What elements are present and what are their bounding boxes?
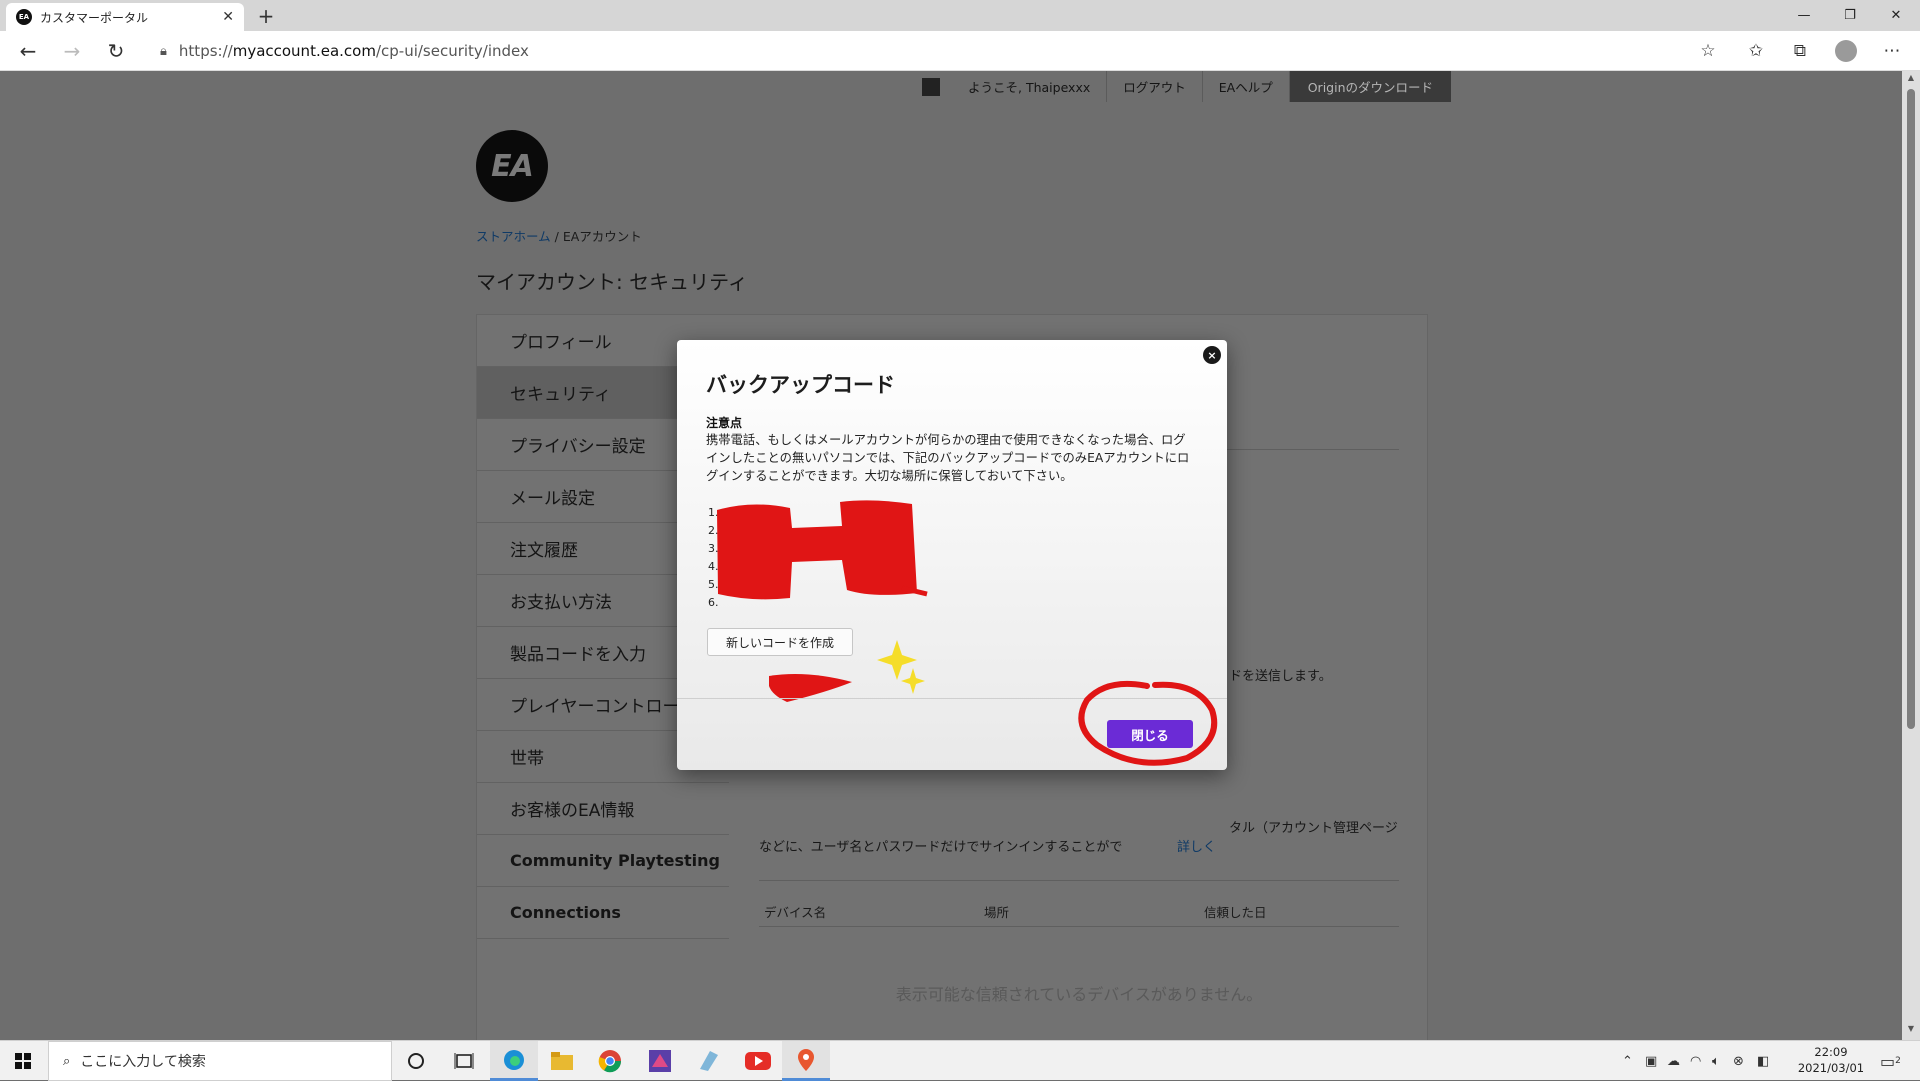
profile-avatar-icon[interactable] <box>1833 38 1859 64</box>
tab-title: カスタマーポータル <box>40 10 149 25</box>
windows-start-button[interactable] <box>0 1041 46 1081</box>
scroll-thumb[interactable] <box>1907 89 1915 729</box>
trusted-devices-text: タル（アカウント管理ページ <box>1229 821 1398 836</box>
modal-divider <box>677 698 1227 699</box>
redaction-scribble <box>717 500 928 600</box>
task-view-icon[interactable] <box>440 1041 488 1081</box>
note-heading: 注意点 <box>706 416 743 430</box>
notification-count: 2 <box>1895 1056 1901 1066</box>
sidebar-item-connections[interactable]: Connections <box>477 887 729 939</box>
notification-center-icon[interactable]: ▭ 2 <box>1880 1041 1901 1081</box>
page-scrollbar[interactable]: ▲ ▼ <box>1902 71 1920 1040</box>
logout-link[interactable]: ログアウト <box>1107 71 1203 102</box>
sidebar-item-community-playtesting[interactable]: Community Playtesting <box>477 835 729 887</box>
cortana-icon[interactable] <box>392 1041 440 1081</box>
address-url: https://myaccount.ea.com/cp-ui/security/… <box>178 42 529 60</box>
refresh-icon[interactable]: ↻ <box>102 37 130 65</box>
note-body: 携帯電話、もしくはメールアカウントが何らかの理由で使用できなくなった場合、ログイ… <box>706 433 1190 483</box>
breadcrumb: ストアホーム / EAアカウント <box>476 229 642 244</box>
lock-icon: 🔒︎ <box>160 43 167 59</box>
onedrive-icon[interactable]: ☁ <box>1667 1041 1680 1081</box>
close-window-button[interactable]: ✕ <box>1874 0 1918 31</box>
trusted-devices-text-2: などに、ユーザ名とパスワードだけでサインインすることがで <box>759 840 1123 855</box>
tray-status-icon[interactable]: ⊗ <box>1733 1041 1744 1081</box>
address-bar[interactable]: 🔒︎ https://myaccount.ea.com/cp-ui/securi… <box>146 35 1724 67</box>
close-icon[interactable]: × <box>1203 346 1221 364</box>
new-tab-button[interactable]: + <box>254 4 278 28</box>
network-icon[interactable]: ◠ <box>1690 1041 1701 1081</box>
browser-toolbar: ← → ↻ 🔒︎ https://myaccount.ea.com/cp-ui/… <box>0 31 1920 71</box>
modal-title: バックアップコード <box>706 373 895 397</box>
search-icon: ⌕ <box>63 1053 71 1069</box>
table-header-location: 場所 <box>984 905 1010 920</box>
taskbar-search-input[interactable]: ⌕ ここに入力して検索 <box>48 1041 392 1081</box>
tray-app-icon[interactable]: ▣ <box>1645 1041 1657 1081</box>
ea-favicon-icon: EA <box>16 9 32 25</box>
clock-time: 22:09 <box>1814 1045 1848 1059</box>
game-app-icon[interactable] <box>636 1041 684 1081</box>
restore-window-button[interactable]: ❐ <box>1828 0 1872 31</box>
backup-codes-modal: × バックアップコード 注意点 携帯電話、もしくはメールアカウントが何らかの理由… <box>677 340 1227 770</box>
tab-close-icon[interactable]: ✕ <box>222 9 234 25</box>
search-placeholder: ここに入力して検索 <box>80 1054 206 1070</box>
more-menu-icon[interactable]: ⋯ <box>1879 38 1905 64</box>
scroll-up-icon[interactable]: ▲ <box>1902 73 1920 87</box>
chrome-icon[interactable] <box>586 1041 634 1081</box>
sidebar-item-ea-info[interactable]: お客様のEA情報 <box>477 783 729 835</box>
clock-date: 2021/03/01 <box>1797 1061 1865 1075</box>
no-devices-message: 表示可能な信頼されているデバイスがありません。 <box>895 985 1263 1004</box>
tray-chevron-icon[interactable]: ⌃ <box>1622 1041 1633 1081</box>
table-header-trusted-date: 信頼した日 <box>1204 905 1267 920</box>
send-code-text: ドを送信します。 <box>1229 669 1332 684</box>
browser-tab-strip: EA カスタマーポータル ✕ + — ❐ ✕ <box>0 0 1920 31</box>
volume-icon[interactable]: 🔈︎ <box>1712 1041 1720 1081</box>
favorites-icon[interactable]: ✩ <box>1743 38 1769 64</box>
back-arrow-icon[interactable]: ← <box>14 37 42 65</box>
close-button[interactable]: 閉じる <box>1107 720 1193 748</box>
file-explorer-icon[interactable] <box>538 1041 586 1081</box>
breadcrumb-ea-account: EAアカウント <box>562 229 642 244</box>
new-code-button[interactable]: 新しいコードを作成 <box>707 628 854 656</box>
origin-download-button[interactable]: Originのダウンロード <box>1289 71 1451 102</box>
forward-arrow-icon[interactable]: → <box>58 37 86 65</box>
learn-more-link[interactable]: 詳しく <box>1177 836 1216 855</box>
add-favorite-icon[interactable]: ☆ <box>1695 38 1721 64</box>
taskbar-clock[interactable]: 22:09 2021/03/01 <box>1786 1044 1876 1076</box>
tray-monitor-icon[interactable]: ◧ <box>1757 1041 1769 1081</box>
collections-icon[interactable]: ⧉ <box>1787 38 1813 64</box>
sparkle-icon <box>901 668 925 694</box>
ea-logo[interactable]: EA <box>476 130 548 202</box>
youtube-icon[interactable] <box>734 1041 782 1081</box>
user-avatar-icon <box>922 77 940 96</box>
minimize-window-button[interactable]: — <box>1782 0 1826 31</box>
top-navigation: ようこそ, Thaipexxx ログアウト EAヘルプ Originのダウンロー… <box>913 71 1451 102</box>
table-header-device: デバイス名 <box>764 905 827 920</box>
welcome-text: ようこそ, Thaipexxx <box>952 71 1108 102</box>
windows-taskbar: ⌕ ここに入力して検索 ⌃ ▣ ☁ ◠ 🔈︎ ⊗ ◧ 22:09 2021/03… <box>0 1040 1920 1081</box>
sparkle-icon <box>877 640 917 680</box>
ea-help-link[interactable]: EAヘルプ <box>1203 71 1290 102</box>
page-title: マイアカウント: セキュリティ <box>476 270 748 294</box>
windows-logo-icon <box>15 1053 31 1069</box>
divider <box>759 880 1399 881</box>
browser-tab[interactable]: EA カスタマーポータル ✕ <box>6 3 244 31</box>
scroll-down-icon[interactable]: ▼ <box>1902 1024 1920 1038</box>
divider <box>759 926 1399 927</box>
notes-app-icon[interactable] <box>684 1041 732 1081</box>
edge-browser-icon[interactable] <box>490 1041 538 1081</box>
breadcrumb-store-home[interactable]: ストアホーム <box>476 229 551 244</box>
maps-app-icon[interactable] <box>782 1041 830 1081</box>
